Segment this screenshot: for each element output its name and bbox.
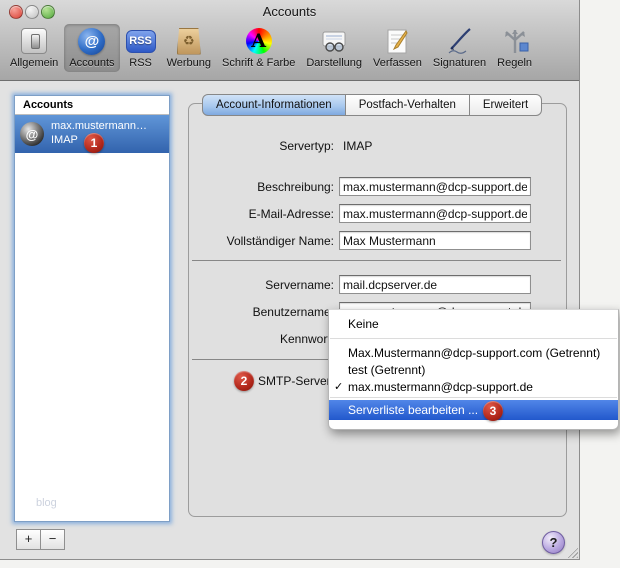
toolbar-label: Schrift & Farbe [222,57,296,69]
servertyp-value: IMAP [343,139,373,153]
beschreibung-field[interactable] [339,177,531,196]
menu-item-keine[interactable]: Keine [329,316,618,332]
menu-item-serverliste-bearbeiten[interactable]: Serverliste bearbeiten ... [329,400,618,420]
list-edit-buttons: + − [16,529,65,550]
pencil-icon [382,26,412,56]
bag-icon: ♻ [174,26,204,56]
servername-label: Servername: [265,278,334,292]
accounts-list-header: Accounts [15,96,169,115]
letter-a-rainbow-icon: A [244,26,274,56]
toolbar-item-rss[interactable]: RSS RSS [121,24,161,72]
toolbar-label: RSS [129,57,152,69]
menu-item-account-de[interactable]: ✓ max.mustermann@dcp-support.de [329,379,618,395]
vollstaendiger-name-label: Vollständiger Name: [226,234,334,248]
preferences-window: Accounts Allgemein @ Accounts RSS RSS ♻ … [0,0,619,560]
watermark-text: blog [36,497,57,509]
toolbar-item-regeln[interactable]: Regeln [492,24,537,72]
smtp-server-menu: Keine Max.Mustermann@dcp-support.com (Ge… [328,309,619,430]
account-name: max.mustermann… [51,120,147,132]
pen-icon [445,26,475,56]
tab-erweitert[interactable]: Erweitert [469,94,543,116]
toolbar-item-darstellung[interactable]: Darstellung [301,24,367,72]
beschreibung-label: Beschreibung: [257,180,334,194]
branch-arrows-icon [500,26,530,56]
toolbar-item-signaturen[interactable]: Signaturen [428,24,491,72]
menu-separator [330,338,617,339]
toolbar-item-allgemein[interactable]: Allgemein [5,24,63,72]
kennwort-label: Kennwort: [279,332,334,346]
email-adresse-label: E-Mail-Adresse: [248,207,334,221]
email-adresse-field[interactable] [339,204,531,223]
toolbar-label: Allgemein [10,57,59,69]
switch-icon [19,26,49,56]
glasses-icon [319,26,349,56]
help-button[interactable]: ? [542,531,565,554]
tab-account-informationen[interactable]: Account-Informationen [202,94,346,116]
menu-separator [330,397,617,398]
annotation-badge-2: 2 [234,371,254,391]
resize-grip[interactable] [565,545,578,558]
toolbar-label: Verfassen [373,57,422,69]
toolbar-item-verfassen[interactable]: Verfassen [368,24,427,72]
tab-postfach-verhalten[interactable]: Postfach-Verhalten [345,94,470,116]
toolbar-label: Regeln [497,57,532,69]
toolbar-label: Accounts [69,57,115,69]
account-tabs: Account-Informationen Postfach-Verhalten… [202,94,543,116]
remove-account-button[interactable]: − [40,529,65,550]
toolbar-label: Darstellung [306,57,362,69]
window-title: Accounts [262,4,317,19]
account-type: IMAP [51,134,78,146]
menu-item-account-com[interactable]: Max.Mustermann@dcp-support.com (Getrennt… [329,345,618,361]
vollstaendiger-name-field[interactable] [339,231,531,250]
toolbar-label: Werbung [166,57,211,69]
add-account-button[interactable]: + [16,529,41,550]
toolbar-item-werbung[interactable]: ♻ Werbung [162,24,216,72]
annotation-badge-1: 1 [84,133,104,153]
preferences-toolbar: Allgemein @ Accounts RSS RSS ♻ Werbung A… [0,24,579,80]
check-icon: ✓ [334,381,344,393]
servertyp-label: Servertyp: [279,139,334,153]
annotation-badge-3: 3 [483,401,503,421]
toolbar-item-accounts[interactable]: @ Accounts [64,24,120,72]
form-divider [192,260,561,261]
window-chrome: Accounts Allgemein @ Accounts RSS RSS ♻ … [0,0,579,81]
toolbar-item-schrift-farbe[interactable]: A Schrift & Farbe [217,24,300,72]
at-sphere-icon: @ [77,26,107,56]
account-at-icon: @ [20,122,44,146]
menu-item-test[interactable]: test (Getrennt) [329,362,618,378]
toolbar-label: Signaturen [432,57,487,69]
benutzername-label: Benutzername: [252,305,334,319]
servername-field[interactable] [339,275,531,294]
rss-icon: RSS [125,26,156,56]
title-bar[interactable]: Accounts [0,0,579,22]
